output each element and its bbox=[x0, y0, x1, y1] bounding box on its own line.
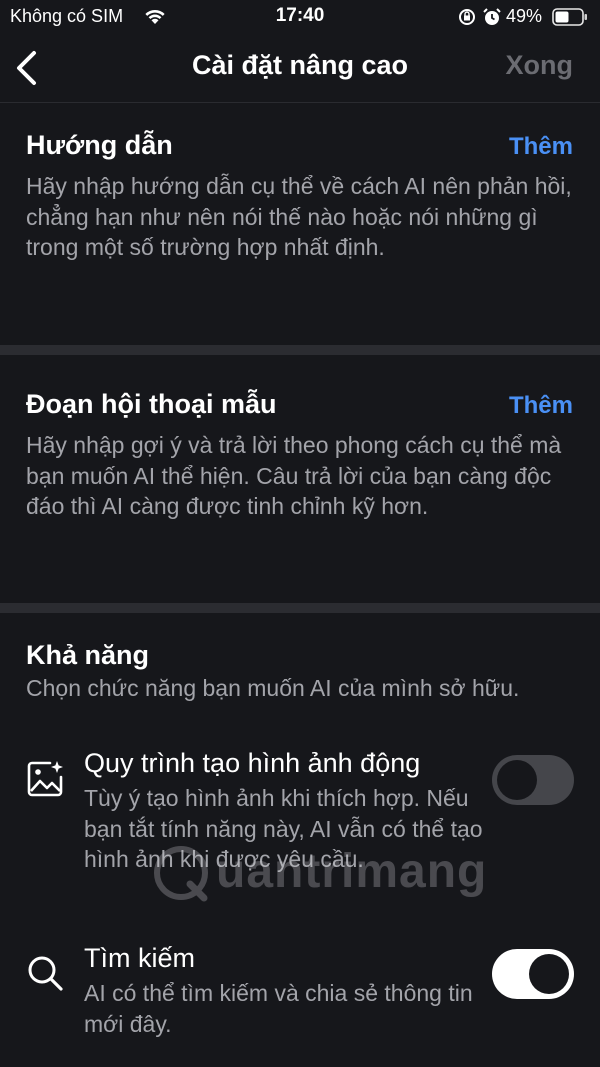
sample-dialog-description: Hãy nhập gợi ý và trả lời theo phong các… bbox=[26, 432, 562, 519]
watermark-logo-icon bbox=[154, 846, 208, 902]
navigation-bar: Cài đặt nâng cao Xong bbox=[0, 34, 600, 103]
instructions-title: Hướng dẫn bbox=[26, 130, 173, 160]
capability-title: Tìm kiếm bbox=[84, 943, 195, 973]
capabilities-title: Khả năng bbox=[26, 640, 150, 670]
alarm-icon bbox=[482, 7, 502, 32]
section-divider bbox=[0, 603, 600, 613]
instructions-description: Hãy nhập hướng dẫn cụ thể về cách AI nên… bbox=[26, 173, 572, 260]
sample-dialog-title: Đoạn hội thoại mẫu bbox=[26, 389, 277, 419]
done-button[interactable]: Xong bbox=[506, 50, 574, 81]
rotation-lock-icon bbox=[458, 8, 476, 31]
capability-title: Quy trình tạo hình ảnh động bbox=[84, 748, 421, 778]
capability-description: AI có thể tìm kiếm và chia sẻ thông tin … bbox=[84, 980, 473, 1037]
instructions-add-button[interactable]: Thêm bbox=[509, 133, 573, 161]
status-bar: Không có SIM 17:40 49% bbox=[0, 0, 600, 34]
search-toggle[interactable] bbox=[492, 949, 574, 999]
section-divider bbox=[0, 345, 600, 355]
watermark-text: uantrimang bbox=[216, 845, 488, 898]
toggle-knob bbox=[529, 954, 569, 994]
capabilities-description: Chọn chức năng bạn muốn AI của mình sở h… bbox=[26, 675, 520, 701]
toggle-knob bbox=[497, 760, 537, 800]
battery-percent: 49% bbox=[506, 6, 543, 26]
search-icon bbox=[26, 954, 64, 992]
watermark: uantrimang bbox=[150, 838, 500, 908]
image-sparkle-icon bbox=[26, 760, 64, 798]
sample-dialog-add-button[interactable]: Thêm bbox=[509, 392, 573, 420]
battery-icon bbox=[552, 8, 588, 31]
image-generation-toggle[interactable] bbox=[492, 755, 574, 805]
